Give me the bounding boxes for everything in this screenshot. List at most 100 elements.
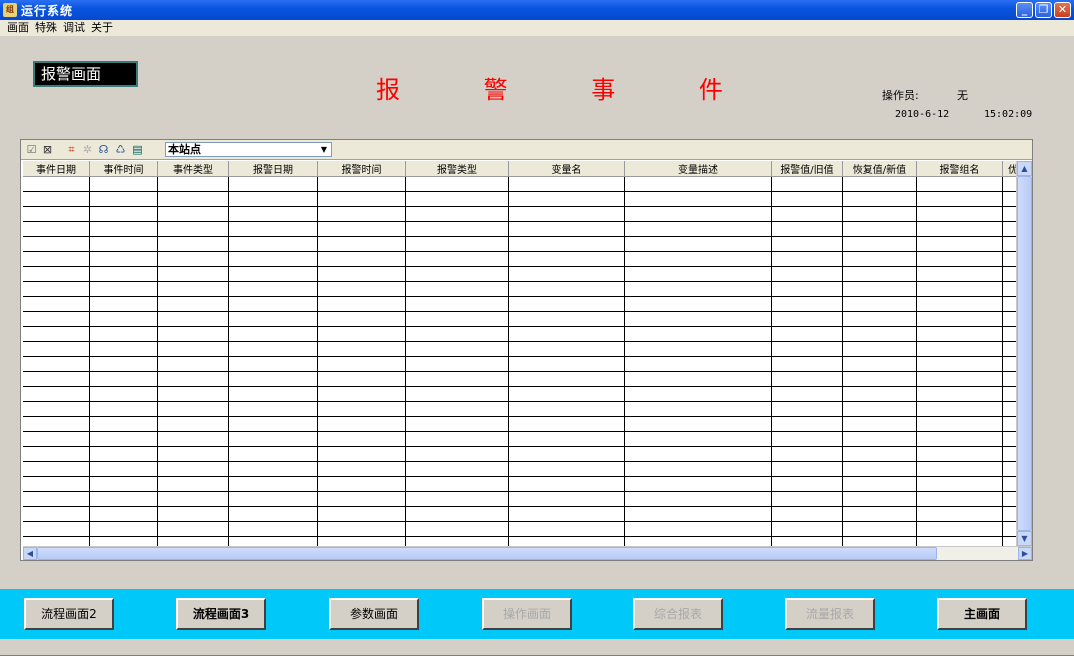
table-row[interactable] [23,266,1018,282]
table-cell[interactable] [405,176,509,192]
sound-icon[interactable]: ☊ [97,143,110,156]
table-cell[interactable] [916,311,1003,327]
table-cell[interactable] [916,536,1003,546]
table-cell[interactable] [89,521,158,537]
table-cell[interactable] [157,251,229,267]
table-cell[interactable] [771,506,843,522]
table-cell[interactable] [508,251,625,267]
table-cell[interactable] [23,371,90,387]
table-cell[interactable] [317,326,406,342]
table-cell[interactable] [508,191,625,207]
table-cell[interactable] [842,371,917,387]
nav-button-1[interactable]: 流程画面3 [176,598,266,630]
table-cell[interactable] [916,491,1003,507]
window-titlebar[interactable]: 组 运行系统 _ ❐ ✕ [0,0,1074,20]
table-cell[interactable] [916,191,1003,207]
table-cell[interactable] [508,371,625,387]
refresh-icon[interactable]: ✲ [81,143,94,156]
scroll-right-icon[interactable]: ▶ [1018,547,1032,560]
table-cell[interactable] [624,281,772,297]
table-row[interactable] [23,236,1018,252]
table-cell[interactable] [842,296,917,312]
table-cell[interactable] [405,401,509,417]
table-cell[interactable] [157,371,229,387]
table-cell[interactable] [624,446,772,462]
table-row[interactable] [23,251,1018,267]
table-cell[interactable] [771,401,843,417]
table-cell[interactable] [842,446,917,462]
table-cell[interactable] [624,431,772,447]
table-cell[interactable] [508,311,625,327]
table-cell[interactable] [624,326,772,342]
table-cell[interactable] [771,296,843,312]
column-header-8[interactable]: 报警值/旧值 [771,161,843,177]
table-cell[interactable] [157,341,229,357]
table-cell[interactable] [508,221,625,237]
table-cell[interactable] [317,446,406,462]
table-cell[interactable] [916,416,1003,432]
table-cell[interactable] [624,386,772,402]
table-cell[interactable] [157,536,229,546]
table-cell[interactable] [157,236,229,252]
table-cell[interactable] [508,281,625,297]
table-cell[interactable] [624,461,772,477]
table-cell[interactable] [624,341,772,357]
table-cell[interactable] [317,371,406,387]
table-cell[interactable] [916,326,1003,342]
table-cell[interactable] [405,416,509,432]
table-cell[interactable] [157,476,229,492]
table-cell[interactable] [771,431,843,447]
column-header-3[interactable]: 报警日期 [228,161,318,177]
table-row[interactable] [23,206,1018,222]
menu-item-3[interactable]: 关于 [88,20,116,36]
table-cell[interactable] [23,536,90,546]
table-cell[interactable] [624,416,772,432]
table-cell[interactable] [771,266,843,282]
table-cell[interactable] [23,311,90,327]
table-cell[interactable] [508,236,625,252]
table-cell[interactable] [157,521,229,537]
table-cell[interactable] [89,416,158,432]
table-cell[interactable] [405,296,509,312]
table-cell[interactable] [624,191,772,207]
table-row[interactable] [23,521,1018,537]
table-cell[interactable] [157,206,229,222]
table-row[interactable] [23,296,1018,312]
table-cell[interactable] [842,521,917,537]
table-cell[interactable] [405,221,509,237]
table-cell[interactable] [842,431,917,447]
menu-item-0[interactable]: 画面 [4,20,32,36]
table-row[interactable] [23,461,1018,477]
table-cell[interactable] [23,341,90,357]
table-cell[interactable] [23,356,90,372]
table-cell[interactable] [317,266,406,282]
table-cell[interactable] [23,206,90,222]
table-cell[interactable] [405,191,509,207]
table-cell[interactable] [508,506,625,522]
table-cell[interactable] [771,416,843,432]
table-cell[interactable] [228,431,318,447]
table-cell[interactable] [916,206,1003,222]
table-cell[interactable] [916,176,1003,192]
table-cell[interactable] [842,386,917,402]
table-cell[interactable] [508,401,625,417]
table-cell[interactable] [405,281,509,297]
table-row[interactable] [23,401,1018,417]
table-cell[interactable] [842,311,917,327]
table-cell[interactable] [89,401,158,417]
table-cell[interactable] [916,431,1003,447]
table-cell[interactable] [624,251,772,267]
table-cell[interactable] [842,401,917,417]
table-cell[interactable] [916,221,1003,237]
table-row[interactable] [23,191,1018,207]
table-cell[interactable] [89,476,158,492]
table-cell[interactable] [228,281,318,297]
table-row[interactable] [23,476,1018,492]
table-cell[interactable] [624,221,772,237]
table-cell[interactable] [23,521,90,537]
table-row[interactable] [23,176,1018,192]
table-cell[interactable] [317,341,406,357]
table-cell[interactable] [157,416,229,432]
table-cell[interactable] [916,506,1003,522]
table-cell[interactable] [405,311,509,327]
